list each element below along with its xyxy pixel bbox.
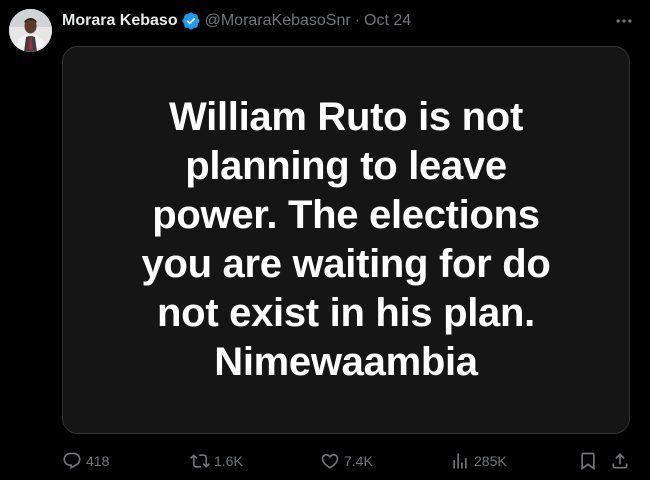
tweet: Morara Kebaso @MoraraKebasoSnr · Oct 24 … — [0, 0, 650, 480]
bookmark-icon — [578, 451, 598, 471]
views-icon — [450, 451, 470, 471]
views-count: 285K — [474, 453, 507, 469]
separator-dot: · — [354, 12, 361, 29]
tweet-actions: 418 1.6K 7.4K 285K — [62, 450, 630, 472]
author-name[interactable]: Morara Kebaso — [62, 12, 178, 30]
verified-badge-icon — [181, 11, 201, 31]
views-button[interactable]: 285K — [450, 450, 507, 472]
reply-icon — [62, 451, 82, 471]
avatar[interactable] — [9, 9, 52, 52]
author-handle[interactable]: @MoraraKebasoSnr — [205, 12, 351, 30]
repost-icon — [190, 451, 210, 471]
image-text: William Ruto is not planning to leave po… — [141, 95, 551, 384]
repost-button[interactable]: 1.6K — [190, 450, 243, 472]
tweet-date[interactable]: Oct 24 — [364, 12, 411, 30]
reply-button[interactable]: 418 — [62, 450, 109, 472]
more-icon[interactable] — [612, 9, 636, 33]
share-icon — [610, 451, 630, 471]
like-count: 7.4K — [344, 453, 373, 469]
repost-count: 1.6K — [214, 453, 243, 469]
tweet-header: Morara Kebaso @MoraraKebasoSnr · Oct 24 — [62, 9, 411, 33]
reply-count: 418 — [86, 453, 110, 469]
tweet-image[interactable]: William Ruto is not planning to leave po… — [62, 46, 630, 434]
like-button[interactable]: 7.4K — [320, 450, 373, 472]
heart-icon — [320, 451, 340, 471]
share-button[interactable] — [610, 450, 630, 472]
bookmark-button[interactable] — [578, 450, 598, 472]
